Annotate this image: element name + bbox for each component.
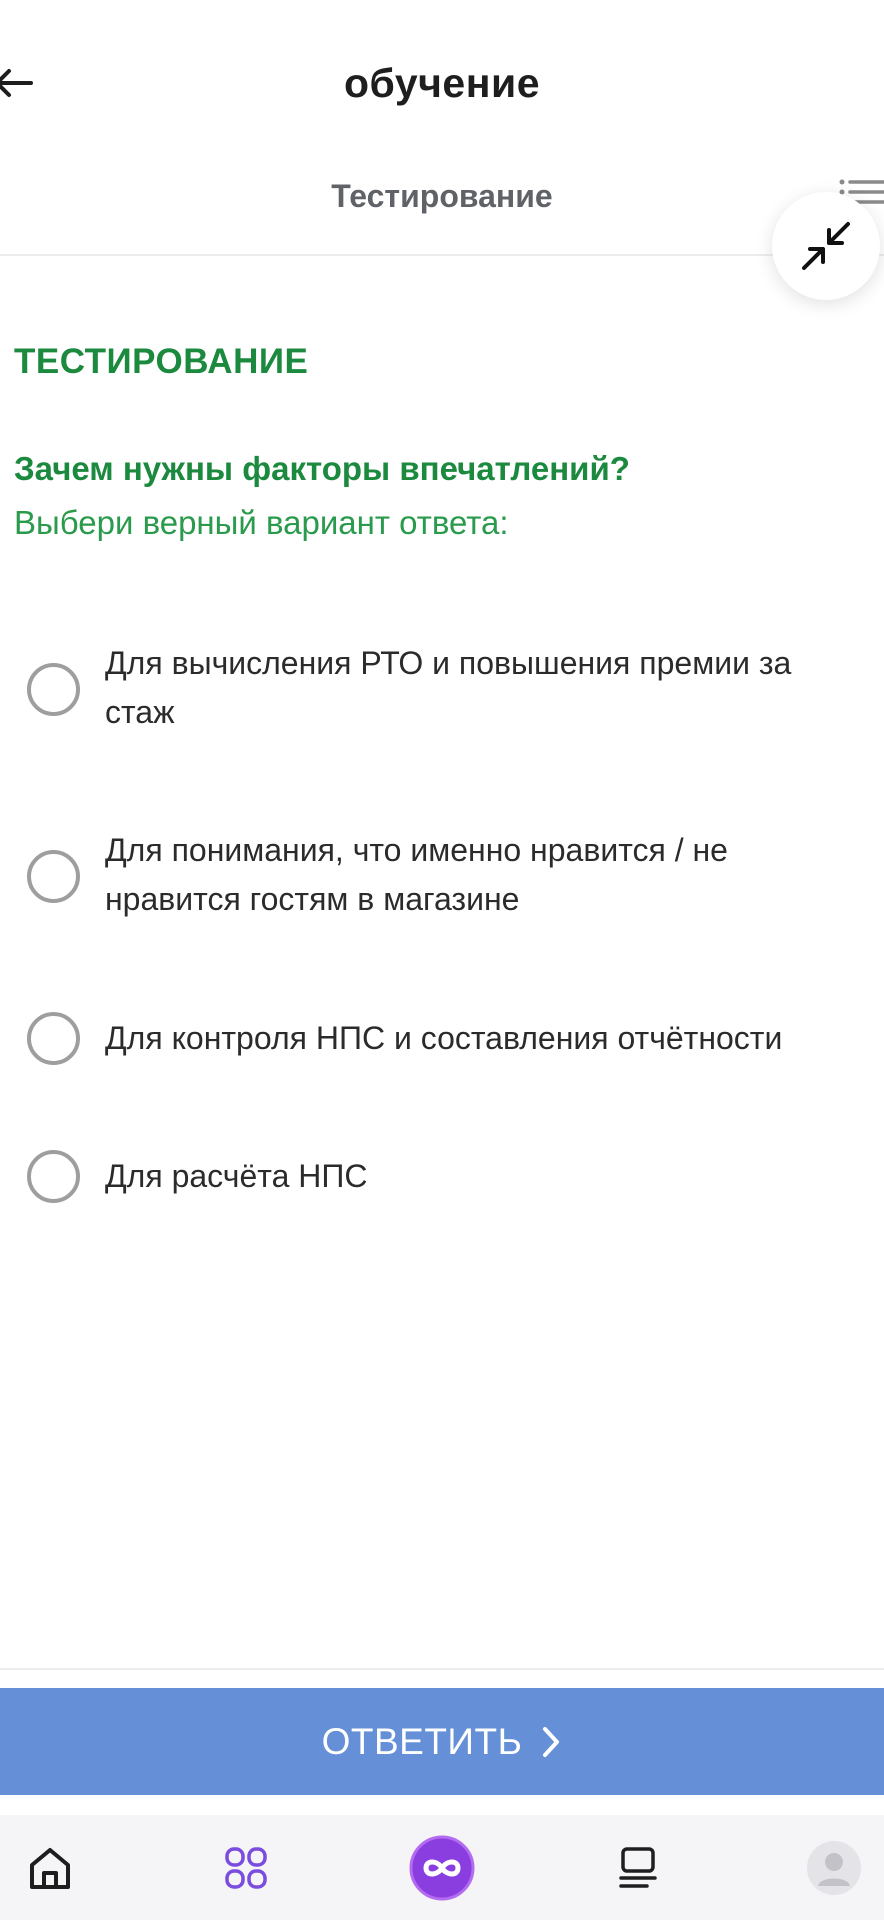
apps-grid-icon (225, 1846, 267, 1889)
chevron-right-icon (540, 1725, 562, 1759)
answer-option[interactable]: Для расчёта НПС (0, 1148, 884, 1208)
section-title: Тестирование (331, 178, 553, 214)
page-title: обучение (343, 60, 540, 106)
question-text: Зачем нужны факторы впечатлений? (14, 450, 630, 487)
instruction-text: Выбери верный вариант ответа: (14, 504, 509, 541)
infinity-icon (409, 1835, 475, 1900)
nav-courses[interactable] (588, 1815, 688, 1920)
radio-button[interactable] (27, 1150, 80, 1203)
collapse-arrows-icon (802, 222, 850, 270)
radio-button[interactable] (27, 663, 80, 716)
collapse-button[interactable] (772, 192, 880, 300)
home-icon (30, 1847, 70, 1889)
top-bar: обучение (0, 0, 884, 170)
nav-home[interactable] (0, 1815, 100, 1920)
radio-button[interactable] (27, 850, 80, 903)
bottom-nav (0, 1815, 884, 1920)
divider (0, 1668, 884, 1670)
answer-option[interactable]: Для вычисления РТО и повышения премии за… (0, 635, 884, 745)
nav-apps[interactable] (196, 1815, 296, 1920)
stack-icon (619, 1846, 657, 1888)
nav-profile[interactable] (784, 1815, 884, 1920)
answer-button[interactable]: ОТВЕТИТЬ (0, 1688, 884, 1795)
section-header: Тестирование (0, 170, 884, 256)
option-text: Для вычисления РТО и повышения премии за… (105, 645, 792, 730)
answer-button-label: ОТВЕТИТЬ (321, 1720, 523, 1762)
option-text: Для контроля НПС и составления отчётност… (105, 1020, 783, 1056)
answer-option[interactable]: Для контроля НПС и составления отчётност… (0, 1010, 884, 1070)
answer-option[interactable]: Для понимания, что именно нравится / не … (0, 822, 884, 932)
option-text: Для расчёта НПС (105, 1158, 368, 1194)
option-text: Для понимания, что именно нравится / не … (105, 832, 728, 917)
nav-main[interactable] (392, 1815, 492, 1920)
avatar-icon (807, 1840, 861, 1895)
test-label: ТЕСТИРОВАНИЕ (14, 342, 309, 381)
radio-button[interactable] (27, 1012, 80, 1065)
